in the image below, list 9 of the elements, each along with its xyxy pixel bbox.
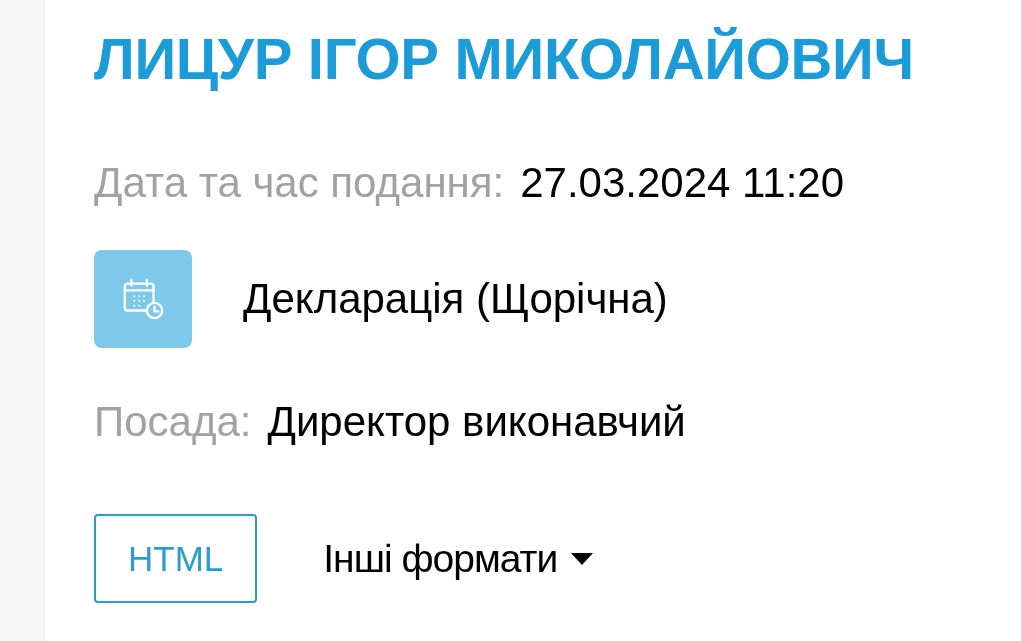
position-value: Директор виконавчий (267, 397, 686, 447)
other-formats-dropdown[interactable]: Інші формати (323, 539, 594, 578)
document-type: Декларація (Щорічна) (243, 274, 668, 324)
position-label: Посада: (94, 397, 252, 447)
person-name: ЛИЦУР ІГОР МИКОЛАЙОВИЧ (94, 25, 914, 93)
submitted-value: 27.03.2024 11:20 (520, 158, 845, 208)
caret-icon (571, 552, 594, 565)
submitted-label: Дата та час подання: (94, 158, 505, 208)
calendar-clock-icon (94, 250, 192, 348)
